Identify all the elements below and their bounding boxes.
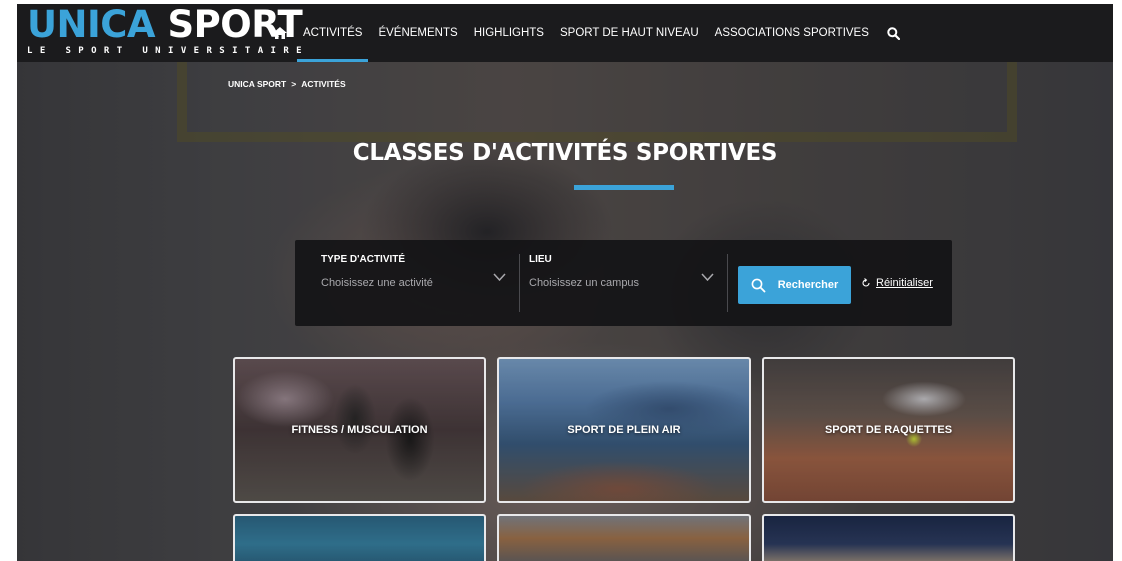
card-aquatic[interactable] [233,514,486,561]
main-nav: Activités Événements Highlights Sport de… [273,4,901,62]
page-title: CLASSES D'ACTIVITÉS SPORTIVES [352,140,778,166]
logo-wordmark: UNICA SPORT [27,5,309,45]
nav-item-evenements[interactable]: Événements [378,4,457,62]
activity-type-label: TYPE D'ACTIVITÉ [321,254,406,265]
title-underline [574,185,674,190]
reset-link[interactable]: Réinitialiser [861,277,933,289]
nav-item-highlights[interactable]: Highlights [474,4,544,62]
card-sport-plein-air[interactable]: SPORT DE PLEIN AIR [497,357,751,503]
site-header: UNICA SPORT LE SPORT UNIVERSITAIRE Activ… [17,4,1113,62]
search-button-label: Rechercher [777,279,839,291]
card-overlay [235,516,484,561]
logo-tagline: LE SPORT UNIVERSITAIRE [27,46,310,56]
card-fitness-musculation[interactable]: FITNESS / MUSCULATION [233,357,486,503]
nav-item-activites[interactable]: Activités [296,4,369,62]
card-sport-raquettes[interactable]: SPORT DE RAQUETTES [762,357,1015,503]
card-climbing[interactable] [497,514,751,561]
search-button[interactable]: Rechercher [738,266,851,304]
page-frame: UNICA SPORT LE SPORT UNIVERSITAIRE Activ… [17,4,1113,561]
home-icon[interactable] [273,27,287,39]
filter-divider [519,254,520,312]
card-team-sport[interactable] [762,514,1015,561]
card-label: SPORT DE RAQUETTES [824,424,953,436]
activity-type-value: Choisissez une activité [321,277,433,289]
breadcrumb-home-link[interactable]: UNICA SPORT [228,79,286,89]
activity-type-select[interactable]: TYPE D'ACTIVITÉ Choisissez une activité [321,254,511,312]
nav-item-sport-haut-niveau[interactable]: Sport de haut niveau [560,4,699,62]
site-logo[interactable]: UNICA SPORT LE SPORT UNIVERSITAIRE [27,5,310,57]
breadcrumb-separator: > [291,79,297,89]
chevron-down-icon [493,273,506,281]
reset-icon [862,278,870,287]
search-icon[interactable] [887,26,901,40]
breadcrumb: UNICA SPORT > ACTIVITÉS [228,79,346,89]
breadcrumb-current: ACTIVITÉS [301,79,346,89]
nav-item-associations-sportives[interactable]: Associations sportives [715,4,869,62]
card-overlay [764,516,1013,561]
filter-divider [727,254,728,312]
chevron-down-icon [701,273,714,281]
campus-label: LIEU [529,254,552,265]
card-label: FITNESS / MUSCULATION [291,424,428,436]
filter-bar: TYPE D'ACTIVITÉ Choisissez une activité … [295,240,952,326]
campus-select[interactable]: LIEU Choisissez un campus [529,254,719,312]
logo-word-unica: UNICA [27,4,156,46]
search-icon [751,278,766,292]
card-label: SPORT DE PLEIN AIR [567,424,681,436]
campus-value: Choisissez un campus [529,277,640,289]
reset-link-label: Réinitialiser [876,277,933,289]
card-overlay [499,516,749,561]
